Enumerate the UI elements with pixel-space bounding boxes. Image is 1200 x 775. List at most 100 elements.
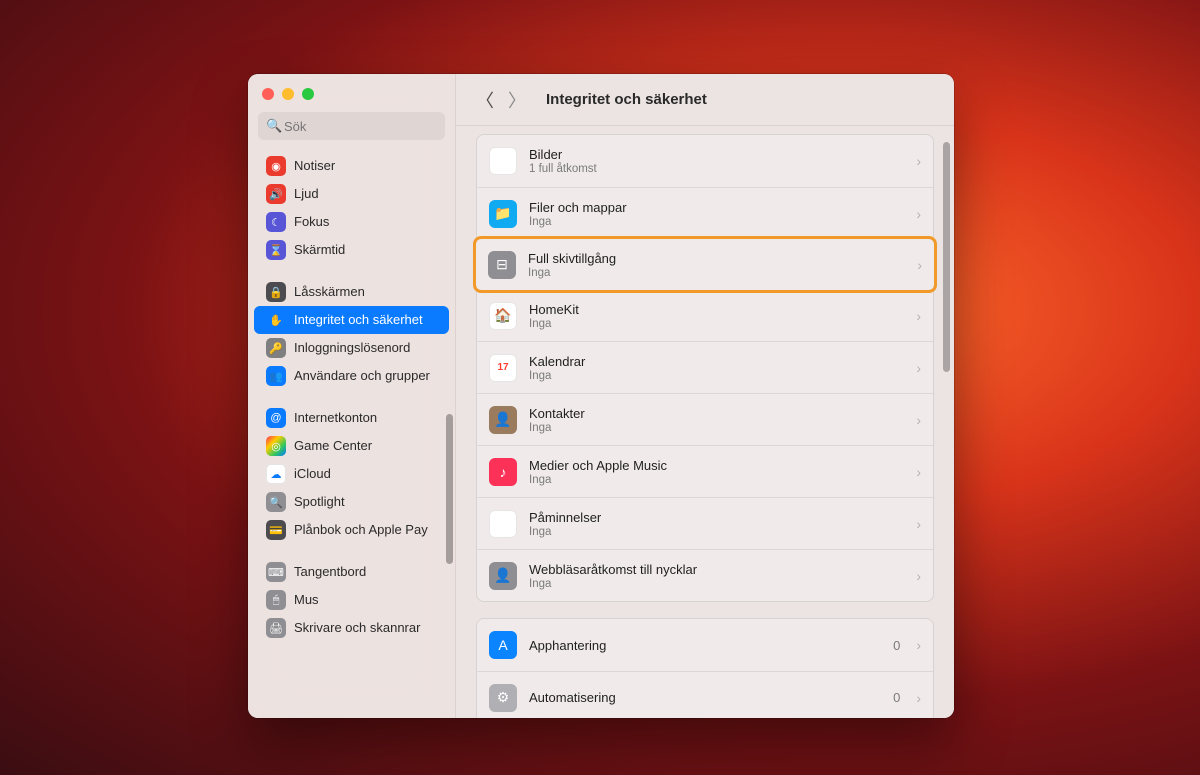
bell-icon: ◉ (266, 156, 286, 176)
calendar-icon: 17 (489, 354, 517, 382)
sidebar-item-låsskärmen[interactable]: 🔒 Låsskärmen (254, 278, 449, 306)
sidebar-item-game-center[interactable]: ◎Game Center (254, 432, 449, 460)
row-title: Bilder (529, 147, 904, 162)
settings-panel: AApphantering0›⚙Automatisering0› (476, 618, 934, 718)
row-title: Full skivtillgång (528, 251, 905, 266)
sidebar-item-inloggningslösenord[interactable]: 🔑Inloggningslösenord (254, 334, 449, 362)
chevron-right-icon: › (916, 360, 921, 376)
content-area[interactable]: ✿Bilder1 full åtkomst›📁Filer och mapparI… (456, 126, 954, 718)
row-title: Apphantering (529, 638, 881, 653)
users-icon: 👥 (266, 366, 286, 386)
back-button[interactable]: 〈 (474, 89, 496, 111)
content-scrollbar[interactable] (943, 142, 950, 372)
disk-icon: ⊟ (488, 251, 516, 279)
automation-icon: ⚙ (489, 684, 517, 712)
sidebar-item-plånbok-och-apple-pay[interactable]: 💳Plånbok och Apple Pay (254, 516, 449, 544)
settings-row[interactable]: ⊟Full skivtillgångInga› (476, 238, 934, 290)
row-subtitle: Inga (529, 422, 904, 434)
row-title: Påminnelser (529, 510, 904, 525)
moon-icon: ☾ (266, 212, 286, 232)
forward-button[interactable]: 〉 (506, 89, 528, 111)
photos-icon: ✿ (489, 147, 517, 175)
sidebar-item-fokus[interactable]: ☾ Fokus (254, 208, 449, 236)
home-icon: 🏠 (489, 302, 517, 330)
sidebar-item-spotlight[interactable]: 🔍 Spotlight (254, 488, 449, 516)
settings-window: 🔍 ◉ Notiser 🔊 Ljud ☾ Fokus ⌛Skärmtid 🔒 Låsskärme… (248, 74, 954, 718)
row-title: Webbläsaråtkomst till nycklar (529, 562, 904, 577)
search-wrap: 🔍 (248, 108, 455, 148)
sidebar-item-label: Spotlight (294, 495, 345, 509)
sidebar-item-label: Skärmtid (294, 243, 345, 257)
row-subtitle: Inga (529, 216, 904, 228)
chevron-right-icon: › (916, 308, 921, 324)
contacts-icon: 👤 (489, 406, 517, 434)
sidebar-item-ljud[interactable]: 🔊 Ljud (254, 180, 449, 208)
chevron-left-icon: 〈 (476, 87, 494, 113)
sidebar-item-mus[interactable]: 🖱Mus (254, 586, 449, 614)
webkey-icon: 👤 (489, 562, 517, 590)
app-icon: A (489, 631, 517, 659)
sidebar: 🔍 ◉ Notiser 🔊 Ljud ☾ Fokus ⌛Skärmtid 🔒 Låsskärme… (248, 74, 456, 718)
chevron-right-icon: › (916, 516, 921, 532)
zoom-button[interactable] (302, 88, 314, 100)
lock-icon: 🔒 (266, 282, 286, 302)
sidebar-item-label: Användare och grupper (294, 369, 430, 383)
settings-row[interactable]: 📁Filer och mapparInga› (477, 187, 933, 239)
row-count: 0 (893, 638, 900, 653)
sidebar-item-användare-och-grupper[interactable]: 👥 Användare och grupper (254, 362, 449, 390)
row-subtitle: Inga (528, 267, 905, 279)
close-button[interactable] (262, 88, 274, 100)
sidebar-item-label: Tangentbord (294, 565, 366, 579)
row-subtitle: Inga (529, 370, 904, 382)
sidebar-item-label: Skrivare och skannrar (294, 621, 420, 635)
settings-row[interactable]: ✿ Bilder1 full åtkomst › (477, 135, 933, 187)
sidebar-scrollbar[interactable] (446, 414, 453, 564)
row-subtitle: 1 full åtkomst (529, 163, 904, 175)
search-input[interactable] (258, 112, 445, 140)
sidebar-item-icloud[interactable]: ☁ iCloud (254, 460, 449, 488)
settings-row[interactable]: 👤KontakterInga› (477, 393, 933, 445)
chevron-right-icon: › (916, 206, 921, 222)
window-controls (248, 74, 455, 108)
row-title: Filer och mappar (529, 200, 904, 215)
row-count: 0 (893, 690, 900, 705)
row-title: Kontakter (529, 406, 904, 421)
settings-row[interactable]: 👤Webbläsaråtkomst till nycklarInga› (477, 549, 933, 601)
sidebar-item-tangentbord[interactable]: ⌨ Tangentbord (254, 558, 449, 586)
sidebar-item-label: Inloggningslösenord (294, 341, 410, 355)
page-title: Integritet och säkerhet (546, 91, 707, 108)
at-icon: @ (266, 408, 286, 428)
settings-row[interactable]: ≡PåminnelserInga› (477, 497, 933, 549)
main-pane: 〈 〉 Integritet och säkerhet ✿ Bilder1 ful… (456, 74, 954, 718)
settings-row[interactable]: ⚙Automatisering0› (477, 671, 933, 718)
cloud-icon: ☁ (266, 464, 286, 484)
settings-row[interactable]: AApphantering0› (477, 619, 933, 671)
sidebar-item-integritet-och-säkerhet[interactable]: ✋Integritet och säkerhet (254, 306, 449, 334)
row-title: Medier och Apple Music (529, 458, 904, 473)
chevron-right-icon: › (916, 568, 921, 584)
sound-icon: 🔊 (266, 184, 286, 204)
mouse-icon: 🖱 (266, 590, 286, 610)
sidebar-list[interactable]: ◉ Notiser 🔊 Ljud ☾ Fokus ⌛Skärmtid 🔒 Låsskärmen ✋… (248, 148, 455, 718)
settings-row[interactable]: 🏠HomeKitInga› (477, 289, 933, 341)
sidebar-item-label: Ljud (294, 187, 319, 201)
sidebar-item-skärmtid[interactable]: ⌛Skärmtid (254, 236, 449, 264)
chevron-right-icon: › (916, 153, 921, 169)
settings-row[interactable]: 17KalendrarInga› (477, 341, 933, 393)
minimize-button[interactable] (282, 88, 294, 100)
sidebar-item-label: iCloud (294, 467, 331, 481)
sidebar-item-label: Låsskärmen (294, 285, 365, 299)
row-subtitle: Inga (529, 526, 904, 538)
sidebar-item-label: Fokus (294, 215, 329, 229)
sidebar-item-skrivare-och-skannrar[interactable]: 🖨 Skrivare och skannrar (254, 614, 449, 642)
printer-icon: 🖨 (266, 618, 286, 638)
sidebar-item-label: Game Center (294, 439, 372, 453)
spotlight-icon: 🔍 (266, 492, 286, 512)
settings-row[interactable]: ♪Medier och Apple MusicInga› (477, 445, 933, 497)
toolbar: 〈 〉 Integritet och säkerhet (456, 74, 954, 126)
sidebar-item-label: Notiser (294, 159, 335, 173)
keyboard-icon: ⌨ (266, 562, 286, 582)
sidebar-item-notiser[interactable]: ◉ Notiser (254, 152, 449, 180)
sidebar-item-internetkonton[interactable]: @Internetkonton (254, 404, 449, 432)
chevron-right-icon: › (916, 464, 921, 480)
